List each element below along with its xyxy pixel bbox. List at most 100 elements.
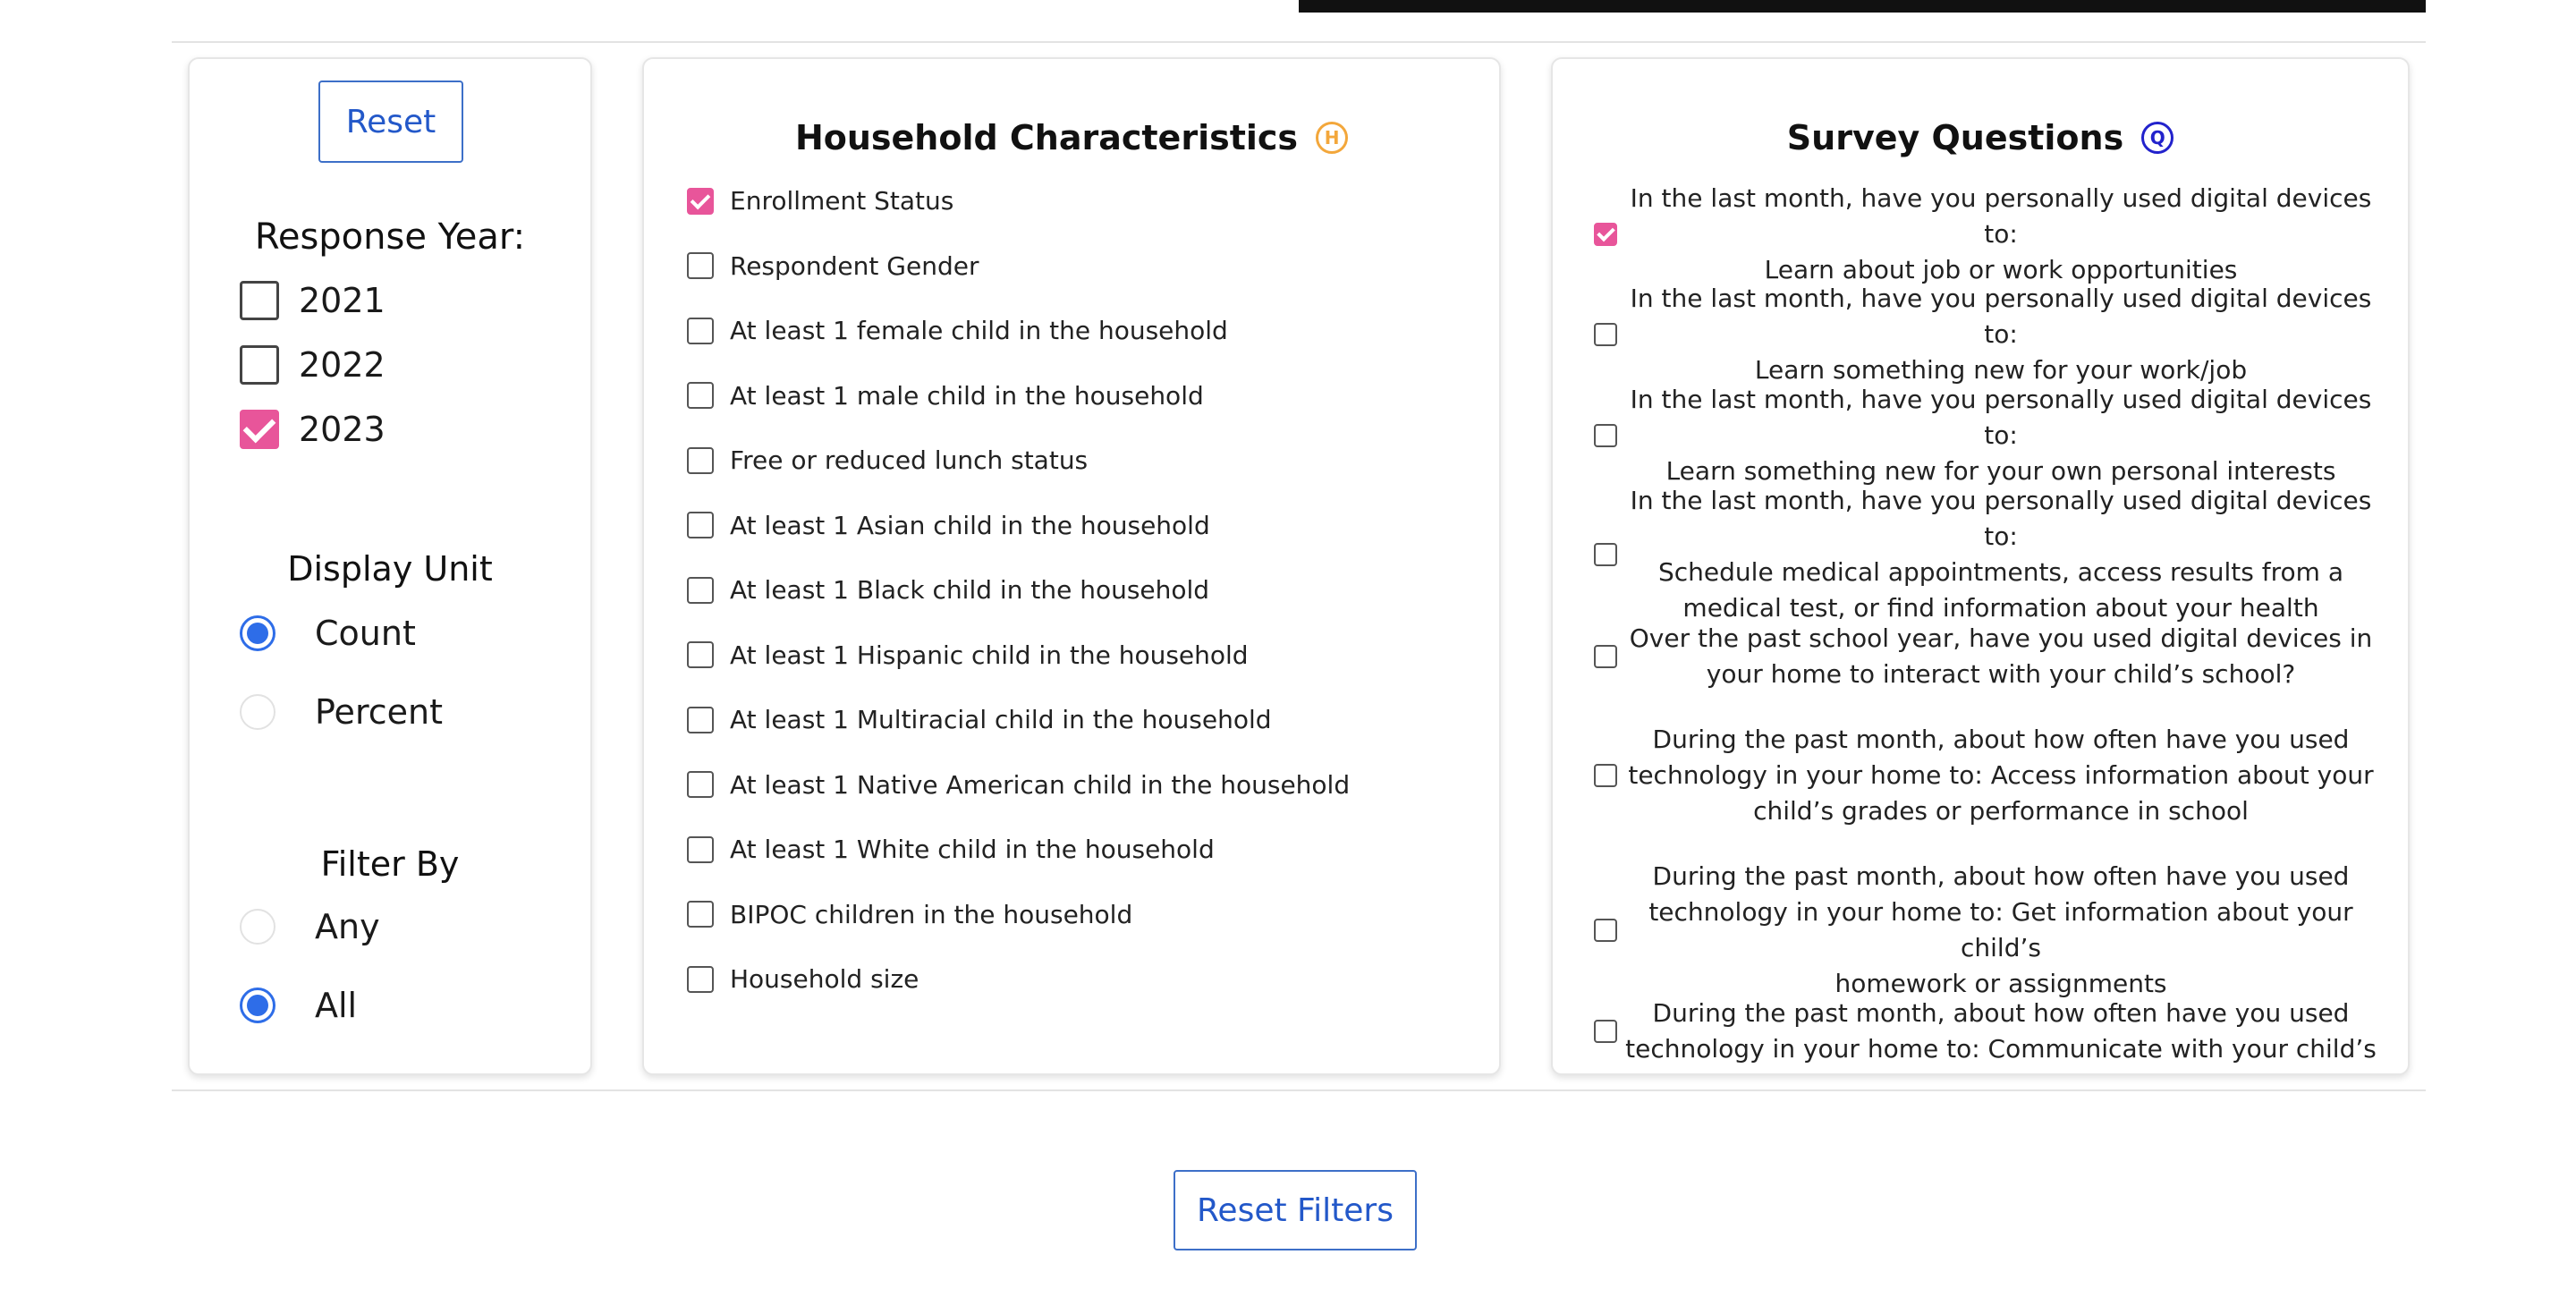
survey-question-line: In the last month, have you personally u… <box>1630 486 2372 551</box>
household-characteristic-item[interactable]: Free or reduced lunch status <box>687 445 1088 475</box>
survey-question-checkbox[interactable] <box>1594 764 1617 787</box>
household-characteristic-item[interactable]: Household size <box>687 964 919 994</box>
display-unit-percent-option[interactable]: Percent <box>240 692 443 732</box>
survey-question-text: In the last month, have you personally u… <box>1617 483 2381 626</box>
percent-radio[interactable] <box>240 694 275 730</box>
year-2023-checkbox[interactable] <box>240 410 279 449</box>
survey-question-line: Schedule medical appointments, access re… <box>1658 557 2343 587</box>
household-characteristic-label: At least 1 White child in the household <box>730 835 1215 864</box>
household-characteristic-item[interactable]: At least 1 Hispanic child in the househo… <box>687 640 1249 670</box>
household-characteristic-label: At least 1 Native American child in the … <box>730 769 1351 800</box>
household-characteristic-checkbox[interactable] <box>687 382 714 409</box>
survey-questions-title: Survey Questions Q <box>1553 118 2408 157</box>
survey-question-item[interactable]: In the last month, have you personally u… <box>1594 483 2381 626</box>
household-characteristic-label: At least 1 Asian child in the household <box>730 510 1210 540</box>
survey-question-checkbox[interactable] <box>1594 543 1617 566</box>
survey-title-text: Survey Questions <box>1786 118 2124 157</box>
household-characteristic-label: At least 1 Hispanic child in the househo… <box>730 640 1249 670</box>
survey-question-line: technology in your home to: Communicate … <box>1625 1034 2377 1064</box>
year-2021-label: 2021 <box>299 281 386 320</box>
household-characteristic-label: Household size <box>730 964 919 994</box>
household-characteristic-checkbox[interactable] <box>687 771 714 798</box>
household-characteristic-item[interactable]: At least 1 Asian child in the household <box>687 511 1210 540</box>
household-characteristic-item[interactable]: Respondent Gender <box>687 251 979 281</box>
survey-question-item[interactable]: In the last month, have you personally u… <box>1594 281 2381 388</box>
survey-question-line: Over the past school year, have you used… <box>1629 623 2373 653</box>
household-characteristic-checkbox[interactable] <box>687 317 714 344</box>
survey-question-line: During the past month, about how often h… <box>1652 998 2350 1028</box>
all-radio[interactable] <box>240 988 275 1023</box>
household-characteristic-checkbox[interactable] <box>687 706 714 733</box>
survey-question-line: technology in your home to: Get informat… <box>1648 897 2353 962</box>
survey-question-checkbox[interactable] <box>1594 1020 1617 1043</box>
display-unit-count-option[interactable]: Count <box>240 614 416 653</box>
household-characteristic-label: At least 1 Multiracial child in the hous… <box>730 705 1272 734</box>
household-characteristic-item[interactable]: At least 1 White child in the household <box>687 835 1215 864</box>
filter-by-heading: Filter By <box>320 844 460 884</box>
household-characteristic-checkbox[interactable] <box>687 901 714 928</box>
household-characteristic-item[interactable]: At least 1 Native American child in the … <box>687 770 1350 800</box>
reset-button[interactable]: Reset <box>318 81 463 163</box>
survey-question-item[interactable]: During the past month, about how often h… <box>1594 859 2381 1002</box>
survey-question-text: In the last month, have you personally u… <box>1617 281 2381 388</box>
survey-question-checkbox[interactable] <box>1594 919 1617 942</box>
household-characteristic-item[interactable]: At least 1 female child in the household <box>687 316 1228 345</box>
household-characteristic-checkbox[interactable] <box>687 641 714 668</box>
survey-question-checkbox[interactable] <box>1594 323 1617 346</box>
survey-question-text: Over the past school year, have you used… <box>1617 621 2381 692</box>
survey-question-item[interactable]: In the last month, have you personally u… <box>1594 181 2381 288</box>
survey-question-line: child’s grades or performance in school <box>1753 796 2249 826</box>
household-characteristic-item[interactable]: At least 1 Multiracial child in the hous… <box>687 705 1272 734</box>
response-year-heading: Response Year: <box>254 216 526 258</box>
year-2021-checkbox[interactable] <box>240 281 279 320</box>
household-characteristic-checkbox[interactable] <box>687 252 714 279</box>
household-characteristic-checkbox[interactable] <box>687 446 714 474</box>
count-radio[interactable] <box>240 615 275 651</box>
year-2022-checkbox[interactable] <box>240 345 279 385</box>
any-radio[interactable] <box>240 909 275 945</box>
year-option-2022[interactable]: 2022 <box>240 345 386 385</box>
count-label: Count <box>315 614 416 653</box>
survey-question-item[interactable]: During the past month, about how often h… <box>1594 996 2381 1067</box>
survey-question-item[interactable]: In the last month, have you personally u… <box>1594 382 2381 489</box>
survey-questions-card[interactable]: Survey Questions Q In the last month, ha… <box>1551 57 2410 1075</box>
survey-question-line: In the last month, have you personally u… <box>1630 183 2372 249</box>
household-characteristic-item[interactable]: At least 1 male child in the household <box>687 381 1204 411</box>
household-characteristics-title: Household Characteristics H <box>644 118 1499 157</box>
filter-by-all-option[interactable]: All <box>240 986 357 1025</box>
year-option-2021[interactable]: 2021 <box>240 281 386 320</box>
survey-question-item[interactable]: During the past month, about how often h… <box>1594 722 2381 829</box>
filter-by-any-option[interactable]: Any <box>240 907 380 946</box>
survey-question-line: technology in your home to: Access infor… <box>1628 760 2374 790</box>
household-characteristic-checkbox[interactable] <box>687 965 714 993</box>
household-characteristic-label: At least 1 female child in the household <box>730 316 1228 345</box>
filter-controls-card: Reset Response Year: 2021 2022 2023 Disp… <box>188 57 592 1075</box>
all-label: All <box>315 986 358 1025</box>
household-characteristic-item[interactable]: Enrollment Status <box>687 186 953 216</box>
survey-question-checkbox[interactable] <box>1594 223 1617 246</box>
household-characteristic-label: Respondent Gender <box>730 250 979 281</box>
survey-question-line: In the last month, have you personally u… <box>1630 284 2372 349</box>
household-characteristic-label: Enrollment Status <box>730 186 954 216</box>
household-title-text: Household Characteristics <box>794 118 1299 157</box>
survey-question-checkbox[interactable] <box>1594 645 1617 668</box>
survey-question-text: In the last month, have you personally u… <box>1617 382 2381 489</box>
survey-question-text: In the last month, have you personally u… <box>1617 181 2381 288</box>
survey-question-line: During the past month, about how often h… <box>1652 861 2350 891</box>
year-option-2023[interactable]: 2023 <box>240 410 386 449</box>
top-divider <box>172 41 2426 43</box>
survey-question-item[interactable]: Over the past school year, have you used… <box>1594 621 2381 692</box>
percent-label: Percent <box>315 692 443 732</box>
household-characteristic-checkbox[interactable] <box>687 835 714 863</box>
household-characteristic-label: BIPOC children in the household <box>730 899 1133 929</box>
reset-filters-button[interactable]: Reset Filters <box>1174 1170 1417 1250</box>
household-characteristic-item[interactable]: BIPOC children in the household <box>687 900 1132 929</box>
household-characteristic-checkbox[interactable] <box>687 576 714 604</box>
household-characteristic-checkbox[interactable] <box>687 512 714 538</box>
household-characteristic-label: At least 1 male child in the household <box>730 380 1204 411</box>
household-characteristic-checkbox[interactable] <box>687 187 714 215</box>
display-unit-heading: Display Unit <box>287 549 493 589</box>
survey-question-checkbox[interactable] <box>1594 424 1617 447</box>
survey-question-line: your home to interact with your child’s … <box>1706 659 2296 689</box>
household-characteristic-item[interactable]: At least 1 Black child in the household <box>687 575 1209 605</box>
